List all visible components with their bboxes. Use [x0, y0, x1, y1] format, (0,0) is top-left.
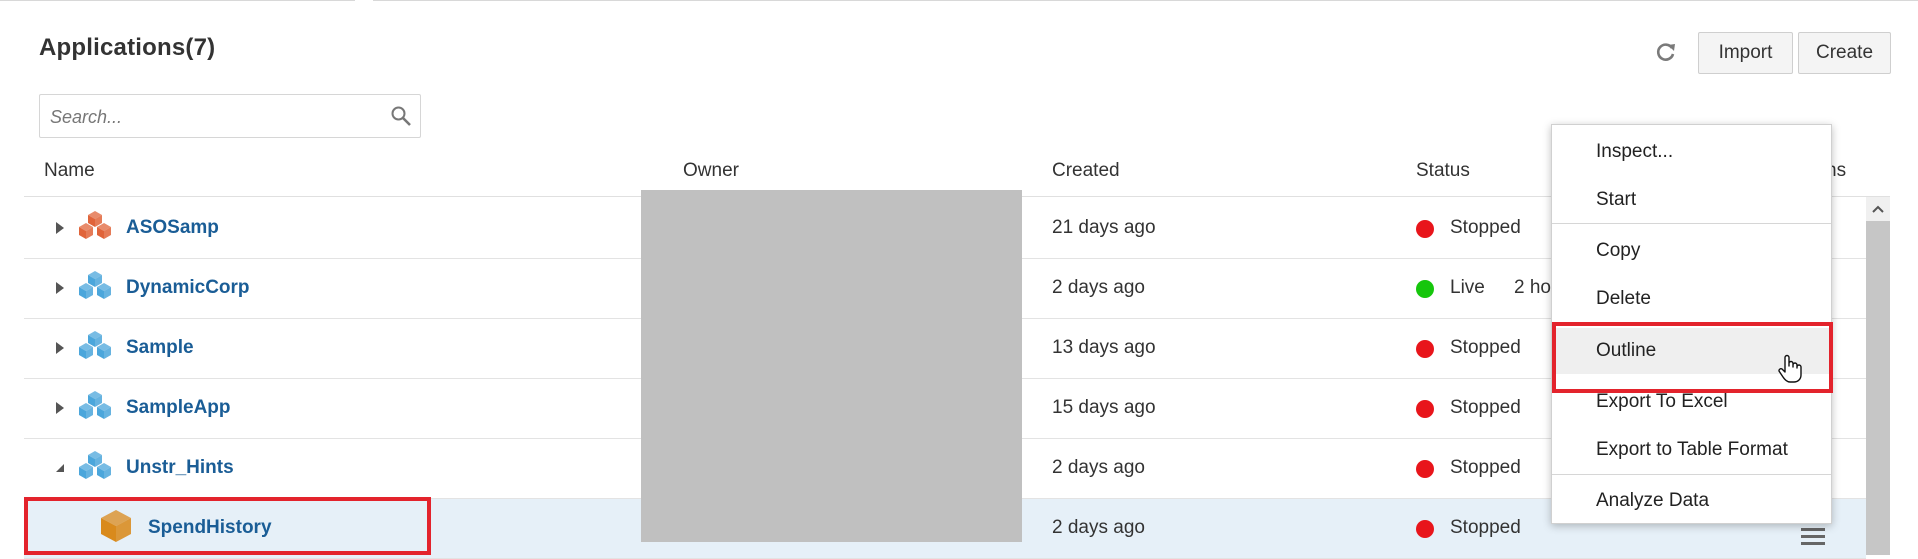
cube-cluster-icon — [78, 389, 112, 428]
application-name-link[interactable]: SpendHistory — [148, 517, 272, 539]
created-value: 15 days ago — [1052, 397, 1156, 418]
application-name-link[interactable]: ASOSamp — [126, 217, 219, 239]
chevron-up-icon — [1872, 205, 1884, 213]
status-dot-icon — [1416, 460, 1434, 478]
hand-pointer-icon — [1778, 354, 1802, 389]
create-button[interactable]: Create — [1798, 32, 1891, 74]
owner-column-redacted — [641, 190, 1022, 542]
menu-item-inspect[interactable]: Inspect... — [1552, 129, 1831, 175]
search-box — [39, 94, 421, 138]
status-dot-icon — [1416, 520, 1434, 538]
menu-item-analyze-data[interactable]: Analyze Data — [1552, 478, 1831, 524]
menu-separator — [1552, 223, 1831, 224]
table-scrollbar[interactable] — [1866, 197, 1890, 555]
cube-cluster-icon — [78, 329, 112, 368]
hamburger-icon — [1801, 528, 1825, 545]
column-header-name[interactable]: Name — [44, 160, 95, 182]
refresh-button[interactable] — [1652, 38, 1680, 66]
created-value: 2 days ago — [1052, 517, 1145, 538]
status-text: Stopped — [1450, 517, 1521, 538]
created-value: 2 days ago — [1052, 277, 1145, 298]
import-button[interactable]: Import — [1698, 32, 1793, 74]
menu-separator — [1552, 474, 1831, 475]
refresh-icon — [1657, 43, 1675, 61]
context-menu: Inspect... Start Copy Delete Outline Exp… — [1551, 124, 1832, 524]
status-text: Stopped — [1450, 397, 1521, 418]
expand-triangle-icon[interactable] — [54, 341, 66, 360]
page-title: Applications(7) — [39, 34, 216, 61]
created-value: 2 days ago — [1052, 457, 1145, 478]
application-name-link[interactable]: Sample — [126, 337, 194, 359]
application-name-link[interactable]: SampleApp — [126, 397, 231, 419]
created-value: 13 days ago — [1052, 337, 1156, 358]
expand-triangle-icon[interactable] — [54, 221, 66, 240]
application-name-link[interactable]: DynamicCorp — [126, 277, 250, 299]
column-header-owner[interactable]: Owner — [683, 160, 739, 182]
menu-item-start[interactable]: Start — [1552, 177, 1831, 223]
column-header-status[interactable]: Status — [1416, 160, 1470, 182]
row-actions-menu-button[interactable] — [1800, 526, 1826, 551]
status-text: Live — [1450, 277, 1485, 298]
status-dot-icon — [1416, 340, 1434, 358]
scroll-up-button[interactable] — [1866, 197, 1890, 221]
collapse-triangle-icon[interactable] — [54, 461, 66, 479]
status-dot-icon — [1416, 400, 1434, 418]
column-header-created[interactable]: Created — [1052, 160, 1120, 182]
application-name-link[interactable]: Unstr_Hints — [126, 457, 234, 479]
cube-cluster-icon — [78, 269, 112, 308]
status-dot-icon — [1416, 220, 1434, 238]
search-input[interactable] — [48, 104, 372, 130]
status-text: Stopped — [1450, 337, 1521, 358]
menu-item-export-to-table-format[interactable]: Export to Table Format — [1552, 427, 1831, 473]
top-tab-border — [0, 0, 1918, 5]
status-text: Stopped — [1450, 217, 1521, 238]
menu-item-delete[interactable]: Delete — [1552, 276, 1831, 322]
status-dot-icon — [1416, 280, 1434, 298]
expand-triangle-icon[interactable] — [54, 281, 66, 300]
cube-cluster-icon — [78, 209, 112, 248]
expand-triangle-icon[interactable] — [54, 401, 66, 420]
cube-cluster-icon — [78, 449, 112, 488]
status-text: Stopped — [1450, 457, 1521, 478]
search-icon[interactable] — [390, 105, 412, 132]
created-value: 21 days ago — [1052, 217, 1156, 238]
menu-item-copy[interactable]: Copy — [1552, 228, 1831, 274]
cube-icon — [100, 509, 132, 548]
